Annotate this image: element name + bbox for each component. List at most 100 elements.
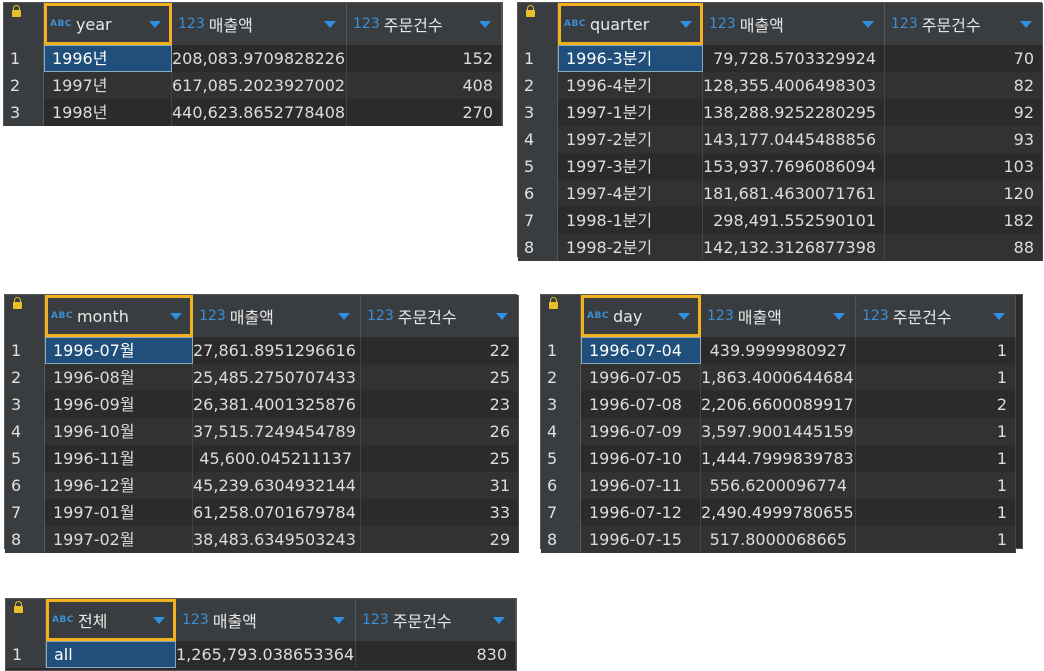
table-row[interactable]: 3 1998년 440,623.8652778408 270: [4, 99, 502, 126]
table-cell[interactable]: 1996-07-15: [581, 526, 701, 553]
column-header-2[interactable]: 123 매출액: [172, 3, 347, 45]
table-cell[interactable]: 45,239.6304932144: [193, 472, 361, 499]
table-cell[interactable]: 1997-4분기: [558, 180, 703, 207]
table-cell[interactable]: 1996-07-12: [581, 499, 701, 526]
column-header-2[interactable]: 123 매출액: [193, 295, 361, 337]
sort-dropdown-icon[interactable]: [170, 313, 182, 320]
sort-dropdown-icon[interactable]: [479, 21, 491, 28]
table-cell[interactable]: 1996년: [44, 45, 172, 72]
table-cell[interactable]: 1998-1분기: [558, 207, 703, 234]
table-row[interactable]: 1 1996-07월 27,861.8951296616 22: [5, 337, 519, 364]
table-row[interactable]: 7 1996-07-12 2,490.4999780655 1: [541, 499, 1016, 526]
table-row[interactable]: 2 1997년 617,085.2023927002 408: [4, 72, 502, 99]
table-cell[interactable]: 70: [885, 45, 1043, 72]
column-header-3[interactable]: 123 주문건수: [885, 3, 1043, 45]
table-cell[interactable]: 128,355.4006498303: [703, 72, 885, 99]
table-cell[interactable]: 1: [856, 472, 1016, 499]
table-row[interactable]: 2 1996-08월 25,485.2750707433 25: [5, 364, 519, 391]
table-row[interactable]: 4 1997-2분기 143,177.0445488856 93: [518, 126, 1043, 153]
column-header-1[interactable]: ABC day: [581, 295, 701, 337]
table-cell[interactable]: 153,937.7696086094: [703, 153, 885, 180]
table-cell[interactable]: 25: [361, 364, 519, 391]
table-row[interactable]: 7 1997-01월 61,258.0701679784 33: [5, 499, 519, 526]
table-cell[interactable]: 79,728.5703329924: [703, 45, 885, 72]
table-cell[interactable]: 2: [856, 391, 1016, 418]
sort-dropdown-icon[interactable]: [324, 21, 336, 28]
table-cell[interactable]: 88: [885, 234, 1043, 261]
table-cell[interactable]: 1997-01월: [45, 499, 193, 526]
sort-dropdown-icon[interactable]: [333, 617, 345, 624]
table-cell[interactable]: 1: [856, 526, 1016, 553]
table-cell[interactable]: 2,490.4999780655: [701, 499, 856, 526]
table-cell[interactable]: 1996-07-11: [581, 472, 701, 499]
table-cell[interactable]: 1996-07월: [45, 337, 193, 364]
table-row[interactable]: 1 1996-3분기 79,728.5703329924 70: [518, 45, 1043, 72]
table-cell[interactable]: 33: [361, 499, 519, 526]
table-cell[interactable]: 82: [885, 72, 1043, 99]
table-cell[interactable]: 26,381.4001325876: [193, 391, 361, 418]
table-cell[interactable]: 103: [885, 153, 1043, 180]
table-cell[interactable]: 37,515.7249454789: [193, 418, 361, 445]
table-cell[interactable]: 1996-4분기: [558, 72, 703, 99]
table-cell[interactable]: 1996-07-10: [581, 445, 701, 472]
table-cell[interactable]: 152: [347, 45, 502, 72]
sort-dropdown-icon[interactable]: [496, 313, 508, 320]
table-row[interactable]: 3 1996-09월 26,381.4001325876 23: [5, 391, 519, 418]
table-row[interactable]: 6 1996-07-11 556.6200096774 1: [541, 472, 1016, 499]
column-header-2[interactable]: 123 매출액: [703, 3, 885, 45]
table-cell[interactable]: 1,863.4000644684: [701, 364, 856, 391]
table-row[interactable]: 2 1996-4분기 128,355.4006498303 82: [518, 72, 1043, 99]
table-cell[interactable]: 2,206.6600089917: [701, 391, 856, 418]
table-cell[interactable]: 1997-3분기: [558, 153, 703, 180]
table-cell[interactable]: 26: [361, 418, 519, 445]
table-row[interactable]: 3 1996-07-08 2,206.6600089917 2: [541, 391, 1016, 418]
table-row[interactable]: 6 1996-12월 45,239.6304932144 31: [5, 472, 519, 499]
sort-dropdown-icon[interactable]: [149, 21, 161, 28]
column-header-2[interactable]: 123 매출액: [701, 295, 856, 337]
column-header-3[interactable]: 123 주문건수: [361, 295, 519, 337]
table-cell[interactable]: 25,485.2750707433: [193, 364, 361, 391]
table-cell[interactable]: 120: [885, 180, 1043, 207]
table-row[interactable]: 5 1996-11월 45,600.045211137 25: [5, 445, 519, 472]
table-row[interactable]: 1 1996년 208,083.9709828226 152: [4, 45, 502, 72]
table-row[interactable]: 8 1997-02월 38,483.6349503243 29: [5, 526, 519, 553]
column-header-1[interactable]: ABC year: [44, 3, 172, 45]
table-row[interactable]: 1 all 1,265,793.038653364 830: [6, 641, 516, 668]
column-header-1[interactable]: ABC quarter: [558, 3, 703, 45]
table-cell[interactable]: 1: [856, 499, 1016, 526]
sort-dropdown-icon[interactable]: [493, 617, 505, 624]
table-cell[interactable]: 517.8000068665: [701, 526, 856, 553]
sort-dropdown-icon[interactable]: [153, 617, 165, 624]
table-cell[interactable]: 1998년: [44, 99, 172, 126]
column-header-3[interactable]: 123 주문건수: [856, 295, 1016, 337]
table-cell[interactable]: 27,861.8951296616: [193, 337, 361, 364]
table-cell[interactable]: 1: [856, 364, 1016, 391]
table-row[interactable]: 5 1996-07-10 1,444.7999839783 1: [541, 445, 1016, 472]
table-cell[interactable]: 138,288.9252280295: [703, 99, 885, 126]
table-cell[interactable]: 208,083.9709828226: [172, 45, 347, 72]
table-cell[interactable]: 22: [361, 337, 519, 364]
table-cell[interactable]: 270: [347, 99, 502, 126]
table-row[interactable]: 4 1996-10월 37,515.7249454789 26: [5, 418, 519, 445]
table-cell[interactable]: 1996-07-05: [581, 364, 701, 391]
column-header-2[interactable]: 123 매출액: [176, 599, 356, 641]
table-cell[interactable]: 38,483.6349503243: [193, 526, 361, 553]
sort-dropdown-icon[interactable]: [338, 313, 350, 320]
table-cell[interactable]: 1996-08월: [45, 364, 193, 391]
table-cell[interactable]: 1: [856, 337, 1016, 364]
table-cell[interactable]: 31: [361, 472, 519, 499]
table-cell[interactable]: 1997-2분기: [558, 126, 703, 153]
column-header-3[interactable]: 123 주문건수: [356, 599, 516, 641]
table-cell[interactable]: 23: [361, 391, 519, 418]
column-header-1[interactable]: ABC month: [45, 295, 193, 337]
table-cell[interactable]: 298,491.552590101: [703, 207, 885, 234]
table-cell[interactable]: 61,258.0701679784: [193, 499, 361, 526]
table-cell[interactable]: 1: [856, 445, 1016, 472]
table-cell[interactable]: 408: [347, 72, 502, 99]
table-cell[interactable]: 1996-07-04: [581, 337, 701, 364]
table-cell[interactable]: 1996-3분기: [558, 45, 703, 72]
column-header-1[interactable]: ABC 전체: [46, 599, 176, 641]
table-row[interactable]: 8 1996-07-15 517.8000068665 1: [541, 526, 1016, 553]
table-cell[interactable]: 1996-10월: [45, 418, 193, 445]
table-cell[interactable]: 181,681.4630071761: [703, 180, 885, 207]
